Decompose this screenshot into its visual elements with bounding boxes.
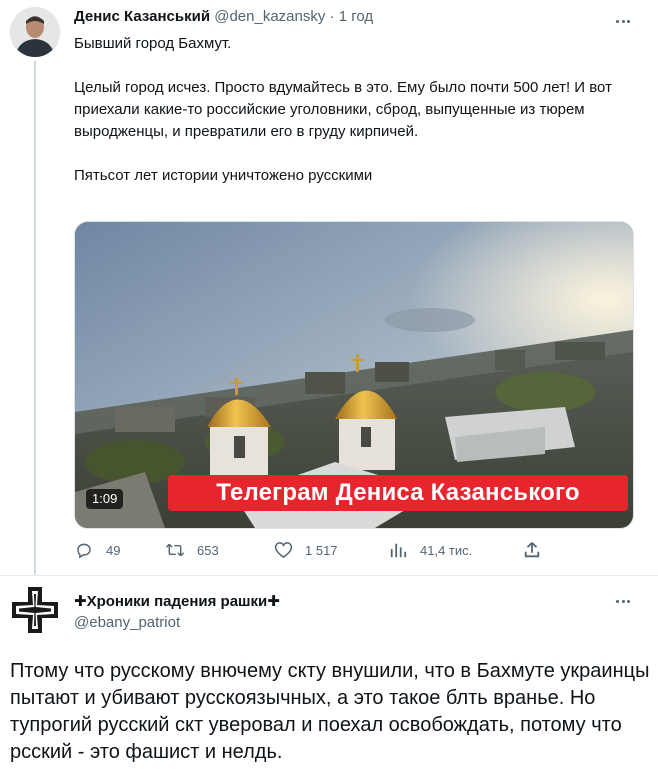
views-bar-chart-icon (388, 540, 408, 560)
reply-icon (74, 540, 94, 560)
tweet-timestamp[interactable]: 1 год (339, 8, 373, 25)
tweet-actions: 49 653 1 517 41,4 тис. (74, 538, 554, 562)
share-button[interactable] (522, 538, 554, 562)
like-button[interactable]: 1 517 (273, 538, 338, 562)
video-duration: 1:09 (86, 489, 124, 509)
tweet-text: Птому что русскому внючему скту внушили,… (10, 660, 650, 763)
author-name[interactable]: ✚Хроники падения рашки✚ (74, 592, 280, 612)
avatar-photo (10, 7, 60, 57)
tweet-header: Денис Казанський @den_kazansky · 1 год (74, 7, 373, 27)
tweet-text: Бывший город Бахмут. Целый город исчез. … (74, 33, 634, 187)
avatar[interactable] (10, 585, 60, 635)
video-player[interactable]: Телеграм Дениса Казанського 1:09 (74, 221, 634, 529)
tweet-paragraph: Пятьсот лет истории уничтожено русскими (74, 167, 373, 184)
retweet-button[interactable]: 653 (165, 538, 219, 562)
avatar[interactable] (10, 7, 60, 57)
views-button[interactable]: 41,4 тис. (388, 538, 472, 562)
more-dots-icon[interactable] (612, 590, 634, 612)
share-icon (522, 540, 542, 560)
tweet-paragraph: Целый город исчез. Просто вдумайтесь в э… (74, 79, 612, 140)
views-count: 41,4 тис. (420, 542, 473, 558)
tweet-divider (0, 575, 658, 576)
author-name[interactable]: Денис Казанський (74, 8, 210, 25)
separator-dot: · (329, 8, 335, 25)
heart-icon (273, 540, 293, 560)
more-dots-icon[interactable] (612, 10, 634, 32)
reply-button[interactable]: 49 (74, 538, 120, 562)
thread-line (34, 61, 36, 575)
telegram-banner: Телеграм Дениса Казанського (168, 475, 628, 511)
retweet-icon (165, 540, 185, 560)
reply-count: 49 (106, 542, 121, 558)
author-handle[interactable]: @ebany_patriot (74, 613, 180, 633)
like-count: 1 517 (305, 542, 338, 558)
tweet-main[interactable]: Денис Казанський @den_kazansky · 1 год Б… (0, 0, 658, 575)
tweet-paragraph: Бывший город Бахмут. (74, 35, 232, 52)
retweet-count: 653 (197, 542, 219, 558)
avatar-cross-emblem (10, 585, 60, 635)
author-handle[interactable]: @den_kazansky (214, 8, 325, 25)
